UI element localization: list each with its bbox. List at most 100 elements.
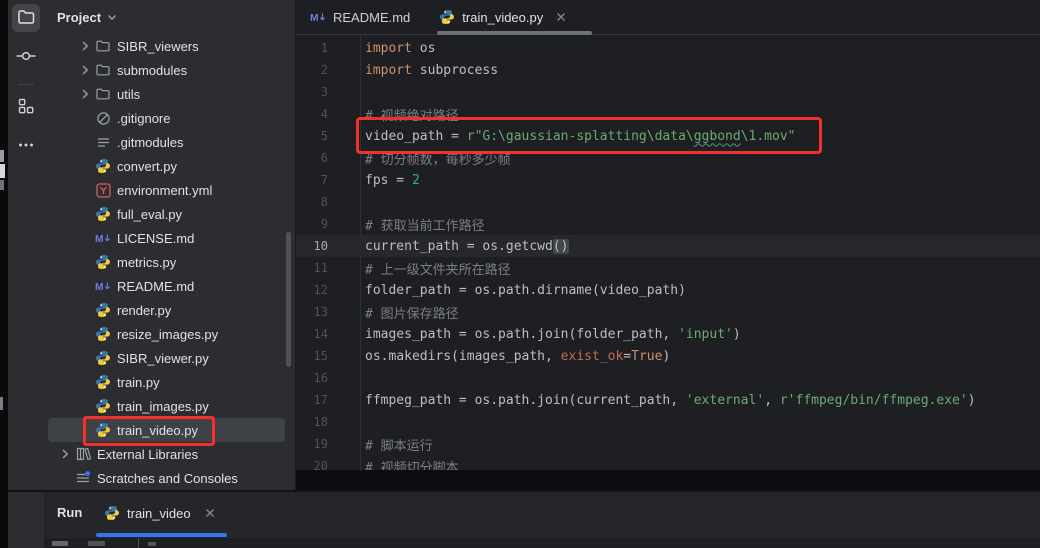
code-line-13: 13 # 图片保存路径 bbox=[296, 301, 1040, 323]
line-number[interactable]: 1 bbox=[296, 41, 328, 55]
tree-item-environment-yml[interactable]: environment.yml bbox=[48, 178, 285, 202]
code-line-7: 7 fps = 2 bbox=[296, 169, 1040, 191]
line-number[interactable]: 16 bbox=[296, 371, 328, 385]
chevron-down-icon[interactable] bbox=[105, 10, 119, 24]
line-number[interactable]: 12 bbox=[296, 283, 328, 297]
tree-item-train-video-py[interactable]: train_video.py bbox=[48, 418, 285, 442]
tree-item-train-images-py[interactable]: train_images.py bbox=[48, 394, 285, 418]
code-text[interactable]: ffmpeg_path = os.path.join(current_path,… bbox=[365, 393, 976, 408]
tree-item-label: .gitmodules bbox=[117, 135, 183, 150]
line-number[interactable]: 2 bbox=[296, 63, 328, 77]
close-icon[interactable] bbox=[554, 10, 568, 24]
code-text[interactable]: # 上一级文件夹所在路径 bbox=[365, 259, 511, 278]
line-number[interactable]: 15 bbox=[296, 349, 328, 363]
line-number[interactable]: 19 bbox=[296, 437, 328, 451]
chevron-right-icon[interactable] bbox=[57, 446, 75, 462]
tree-item-train-py[interactable]: train.py bbox=[48, 370, 285, 394]
tree-item-submodules[interactable]: submodules bbox=[48, 58, 285, 82]
code-text[interactable]: import subprocess bbox=[365, 63, 498, 78]
python-icon bbox=[95, 158, 111, 174]
tree-item-label: render.py bbox=[117, 303, 171, 318]
line-number[interactable]: 13 bbox=[296, 305, 328, 319]
tree-item-scratches-and-consoles[interactable]: Scratches and Consoles bbox=[48, 466, 285, 490]
run-tab-train-video[interactable]: train_video bbox=[104, 498, 217, 528]
line-number[interactable]: 20 bbox=[296, 459, 328, 470]
ignored-file-icon bbox=[95, 110, 111, 126]
tree-scrollbar[interactable] bbox=[286, 232, 291, 367]
tree-item-label: train_video.py bbox=[117, 423, 198, 438]
tree-item-render-py[interactable]: render.py bbox=[48, 298, 285, 322]
code-line-20: 20 # 视频切分脚本 bbox=[296, 455, 1040, 470]
code-text[interactable]: images_path = os.path.join(folder_path, … bbox=[365, 327, 741, 342]
code-line-14: 14 images_path = os.path.join(folder_path… bbox=[296, 323, 1040, 345]
folder-icon bbox=[95, 86, 111, 102]
library-icon bbox=[75, 446, 91, 462]
run-tab-underline bbox=[96, 533, 227, 537]
line-number[interactable]: 5 bbox=[296, 129, 328, 143]
line-number[interactable]: 8 bbox=[296, 195, 328, 209]
code-text[interactable]: fps = 2 bbox=[365, 173, 420, 188]
tree-item-external-libraries[interactable]: External Libraries bbox=[48, 442, 285, 466]
code-text[interactable]: # 获取当前工作路径 bbox=[365, 215, 485, 234]
code-text[interactable]: current_path = os.getcwd() bbox=[365, 239, 569, 254]
tree-item-license-md[interactable]: MLICENSE.md bbox=[48, 226, 285, 250]
code-text[interactable]: folder_path = os.path.dirname(video_path… bbox=[365, 283, 686, 298]
project-tool-button[interactable] bbox=[12, 4, 40, 32]
project-tool-window: Project SIBR_viewerssubmodules utils .giti… bbox=[44, 0, 295, 491]
code-text[interactable]: # 图片保存路径 bbox=[365, 303, 459, 322]
tree-item-label: SIBR_viewer.py bbox=[117, 351, 209, 366]
line-number[interactable]: 4 bbox=[296, 107, 328, 121]
python-icon bbox=[95, 398, 111, 414]
python-icon bbox=[95, 302, 111, 318]
activity-bar bbox=[8, 0, 44, 548]
chevron-right-icon[interactable] bbox=[77, 62, 95, 78]
tree-item-convert-py[interactable]: convert.py bbox=[48, 154, 285, 178]
line-number[interactable]: 11 bbox=[296, 261, 328, 275]
tree-item-label: convert.py bbox=[117, 159, 177, 174]
active-tab-underline bbox=[437, 31, 592, 35]
chevron-right-icon[interactable] bbox=[77, 86, 95, 102]
tree-item--gitignore[interactable]: .gitignore bbox=[48, 106, 285, 130]
code-text[interactable]: # 切分帧数，每秒多少帧 bbox=[365, 149, 511, 168]
tree-item-sibr-viewer-py[interactable]: SIBR_viewer.py bbox=[48, 346, 285, 370]
project-panel-header[interactable]: Project bbox=[44, 0, 295, 34]
tab-readme-md[interactable]: M README.md bbox=[296, 0, 425, 34]
close-icon[interactable] bbox=[203, 506, 217, 520]
tree-item-label: metrics.py bbox=[117, 255, 176, 270]
code-text[interactable]: os.makedirs(images_path, exist_ok=True) bbox=[365, 349, 670, 364]
tree-item-resize-images-py[interactable]: resize_images.py bbox=[48, 322, 285, 346]
code-text[interactable]: # 脚本运行 bbox=[365, 435, 433, 454]
tree-item-utils[interactable]: utils bbox=[48, 82, 285, 106]
more-icon bbox=[16, 135, 36, 158]
code-text[interactable]: import os bbox=[365, 41, 435, 56]
code-editor[interactable]: 1 import os 2 import subprocess 3 4 # 视频绝对路径 5 v… bbox=[296, 35, 1040, 470]
line-number[interactable]: 3 bbox=[296, 85, 328, 99]
line-number[interactable]: 17 bbox=[296, 393, 328, 407]
code-text[interactable]: # 视频绝对路径 bbox=[365, 105, 459, 124]
tree-item--gitmodules[interactable]: .gitmodules bbox=[48, 130, 285, 154]
line-number[interactable]: 6 bbox=[296, 151, 328, 165]
line-number[interactable]: 9 bbox=[296, 217, 328, 231]
tab-train-video-py[interactable]: train_video.py bbox=[425, 0, 583, 34]
tree-item-sibr-viewers[interactable]: SIBR_viewers bbox=[48, 34, 285, 58]
chevron-right-icon[interactable] bbox=[77, 38, 95, 54]
line-number[interactable]: 14 bbox=[296, 327, 328, 341]
python-icon bbox=[95, 350, 111, 366]
tree-item-metrics-py[interactable]: metrics.py bbox=[48, 250, 285, 274]
tree-item-readme-md[interactable]: MREADME.md bbox=[48, 274, 285, 298]
line-number[interactable]: 18 bbox=[296, 415, 328, 429]
tree-item-full-eval-py[interactable]: full_eval.py bbox=[48, 202, 285, 226]
tree-item-label: utils bbox=[117, 87, 140, 102]
code-line-8: 8 bbox=[296, 191, 1040, 213]
code-text[interactable]: # 视频切分脚本 bbox=[365, 457, 459, 471]
code-line-17: 17 ffmpeg_path = os.path.join(current_pat… bbox=[296, 389, 1040, 411]
line-number[interactable]: 10 bbox=[296, 239, 328, 253]
editor-bottom-strip bbox=[296, 470, 1040, 491]
line-number[interactable]: 7 bbox=[296, 173, 328, 187]
structure-tool-button[interactable] bbox=[12, 93, 40, 121]
scratches-icon bbox=[75, 470, 91, 486]
code-text[interactable]: video_path = r"G:\gaussian-splatting\dat… bbox=[365, 129, 796, 144]
run-panel-title: Run bbox=[57, 505, 82, 520]
more-tools-button[interactable] bbox=[12, 132, 40, 160]
commit-tool-button[interactable] bbox=[12, 43, 40, 71]
